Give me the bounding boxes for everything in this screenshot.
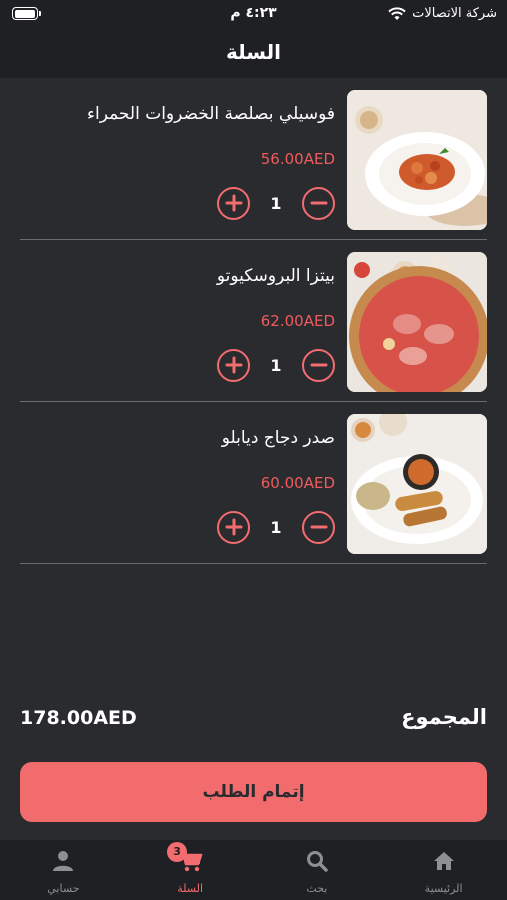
tab-bar: الرئيسية بحث 3 السلة حسابي — [0, 840, 507, 900]
carrier-name: شركة الاتصالات — [412, 6, 497, 21]
home-icon — [433, 852, 454, 870]
status-bar: ٤:٢٣ م شركة الاتصالات — [0, 0, 507, 30]
quantity-stepper: 1 — [217, 348, 335, 382]
battery-icon — [12, 7, 41, 20]
total-label: المجموع — [401, 705, 487, 729]
item-name: بيتزا البروسكيوتو — [216, 266, 335, 286]
decrease-button[interactable] — [302, 510, 335, 544]
cart-icon-wrapper: 3 — [167, 842, 203, 874]
increase-button[interactable] — [217, 186, 250, 220]
chicken-dish-image — [347, 414, 487, 554]
search-icon — [306, 851, 328, 872]
decrease-button[interactable] — [302, 186, 335, 220]
quantity-value: 1 — [270, 193, 282, 213]
quantity-value: 1 — [270, 355, 282, 375]
cart-item: صدر دجاج ديابلو 60.00AED 1 — [20, 402, 487, 564]
item-name: فوسيلي بصلصة الخضروات الحمراء — [87, 104, 335, 124]
pasta-dish-image — [347, 90, 487, 230]
pizza-dish-image — [347, 252, 487, 392]
tab-cart[interactable]: 3 السلة — [127, 840, 254, 900]
checkout-label: إتمام الطلب — [202, 782, 305, 802]
tab-label: حسابي — [47, 882, 80, 895]
tab-label: الرئيسية — [424, 882, 463, 895]
cart-item: فوسيلي بصلصة الخضروات الحمراء 56.00AED 1 — [20, 78, 487, 240]
tab-account[interactable]: حسابي — [0, 840, 127, 900]
increase-button[interactable] — [217, 510, 250, 544]
page-title: السلة — [225, 40, 281, 64]
item-price: 56.00AED — [260, 150, 335, 168]
total-amount: 178.00AED — [20, 707, 137, 729]
item-name: صدر دجاج ديابلو — [221, 428, 335, 448]
checkout-button[interactable]: إتمام الطلب — [20, 762, 487, 822]
tab-home[interactable]: الرئيسية — [380, 840, 507, 900]
increase-button[interactable] — [217, 348, 250, 382]
tab-search[interactable]: بحث — [254, 840, 381, 900]
person-icon — [53, 851, 74, 871]
item-price: 62.00AED — [260, 312, 335, 330]
cart-item: بيتزا البروسكيوتو 62.00AED 1 — [20, 240, 487, 402]
carrier-info: شركة الاتصالات — [388, 6, 497, 21]
tab-label: بحث — [306, 882, 328, 895]
quantity-value: 1 — [270, 517, 282, 537]
tab-label: السلة — [177, 882, 203, 895]
page-header: السلة — [0, 30, 507, 78]
cart-count-badge: 3 — [167, 842, 188, 862]
decrease-button[interactable] — [302, 348, 335, 382]
status-time: ٤:٢٣ م — [230, 5, 277, 21]
quantity-stepper: 1 — [217, 510, 335, 544]
total-row: 178.00AED المجموع — [20, 705, 487, 737]
quantity-stepper: 1 — [217, 186, 335, 220]
item-price: 60.00AED — [260, 474, 335, 492]
wifi-icon — [388, 6, 406, 20]
cart-list: فوسيلي بصلصة الخضروات الحمراء 56.00AED 1 — [0, 78, 507, 564]
